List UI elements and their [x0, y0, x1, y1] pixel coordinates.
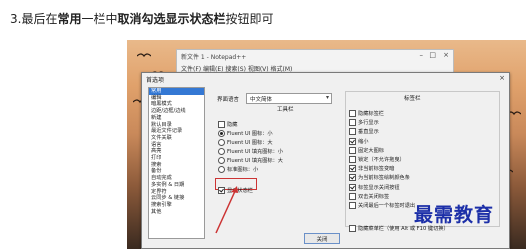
- category-item[interactable]: 其他: [149, 209, 204, 216]
- instruction-bold-action: 取消勾选显示状态栏: [117, 12, 226, 26]
- category-item[interactable]: 打印: [149, 155, 204, 162]
- bird-silhouette: [137, 52, 151, 58]
- tabbar-option-row[interactable]: 标签显示关闭按钮: [349, 177, 400, 191]
- category-list[interactable]: 常用 编辑 暗黑模式 边距/边框/边线 新建 默认目录 最近文件记录 文件关联 语言 高亮 打印 搜索…: [148, 87, 205, 239]
- red-arrow-icon: [215, 186, 238, 234]
- tabbar-option-row[interactable]: 关闭最后一个标签时退出: [349, 195, 415, 209]
- tabbar-option-row[interactable]: 缩小: [349, 131, 368, 145]
- dialog-title: 首选项: [146, 77, 165, 84]
- toolbar-option-row[interactable]: Fluent UI 填充图标：小: [218, 141, 283, 155]
- close-button[interactable]: 关闭: [304, 233, 340, 244]
- tabbar-option-row[interactable]: 隐藏标签栏: [349, 103, 384, 117]
- tabbar-option-label: 关闭最后一个标签时退出: [358, 203, 416, 209]
- category-item[interactable]: 最近文件记录: [149, 128, 204, 135]
- tabbar-option-row[interactable]: 多行显示: [349, 112, 379, 127]
- toolbar-option-label: 标准图标：小: [227, 167, 259, 173]
- tabbar-option-row[interactable]: 固定大图标: [349, 140, 384, 154]
- language-value: 中文简体: [250, 97, 273, 103]
- maximize-icon[interactable]: □: [429, 51, 436, 59]
- tabbar-option-row[interactable]: 锁定（不允许拖曳）: [349, 149, 405, 163]
- category-item[interactable]: 自动完成: [149, 175, 204, 182]
- toolbar-radio[interactable]: [218, 166, 225, 173]
- language-select[interactable]: 中文简体 ▾: [246, 93, 332, 104]
- category-item[interactable]: 文件关联: [149, 135, 204, 142]
- toolbar-option-row[interactable]: 标准图标：小: [218, 159, 258, 173]
- close-button-label: 关闭: [316, 237, 328, 243]
- tabbar-option-row[interactable]: 双击关闭标签: [349, 186, 389, 200]
- tabbar-checkbox[interactable]: [349, 202, 356, 209]
- instruction-mid: 一栏中: [81, 12, 118, 26]
- category-item[interactable]: 常用: [149, 88, 204, 95]
- toolbar-option-row[interactable]: Fluent UI 图标：大: [218, 132, 273, 146]
- watermark-logo: 最需教育: [414, 204, 495, 226]
- minimize-icon[interactable]: –: [420, 51, 424, 59]
- tabbar-group-title: 标签栏: [404, 96, 421, 102]
- toolbar-option-row[interactable]: Fluent UI 填充图标：大: [218, 150, 283, 164]
- hide-menu-checkbox[interactable]: [349, 225, 356, 232]
- toolbar-option-row[interactable]: Fluent UI 图标：小: [218, 123, 273, 137]
- instruction-prefix: 3.最后在: [10, 12, 58, 26]
- category-item[interactable]: 多实例 & 日期: [149, 182, 204, 189]
- chevron-down-icon: ▾: [325, 94, 329, 101]
- category-item[interactable]: 新建: [149, 115, 204, 122]
- instruction-bold-common: 常用: [57, 12, 82, 26]
- category-item[interactable]: 边距/边框/边线: [149, 108, 204, 115]
- tabbar-option-row[interactable]: 垂直显示: [349, 121, 379, 136]
- toolbar-group-title: 工具栏: [277, 107, 294, 113]
- language-label: 界面语言: [217, 97, 240, 103]
- category-item[interactable]: 云同步 & 链接: [149, 195, 204, 202]
- instruction-text: 3.最后在常用一栏中取消勾选显示状态栏按钮即可: [10, 10, 274, 27]
- tabbar-option-row[interactable]: 非当前标签变暗: [349, 158, 394, 173]
- notepad-title: 新文件 1 - Notepad++: [181, 54, 247, 61]
- dialog-close-icon[interactable]: ×: [499, 74, 505, 82]
- toolbar-option-row[interactable]: 隐藏: [218, 114, 237, 128]
- category-item[interactable]: 搜索引擎: [149, 202, 204, 209]
- close-icon[interactable]: ×: [443, 51, 449, 59]
- instruction-suffix: 按钮即可: [225, 12, 274, 26]
- tabbar-option-row[interactable]: 为当前标签绘制颜色条: [349, 167, 410, 182]
